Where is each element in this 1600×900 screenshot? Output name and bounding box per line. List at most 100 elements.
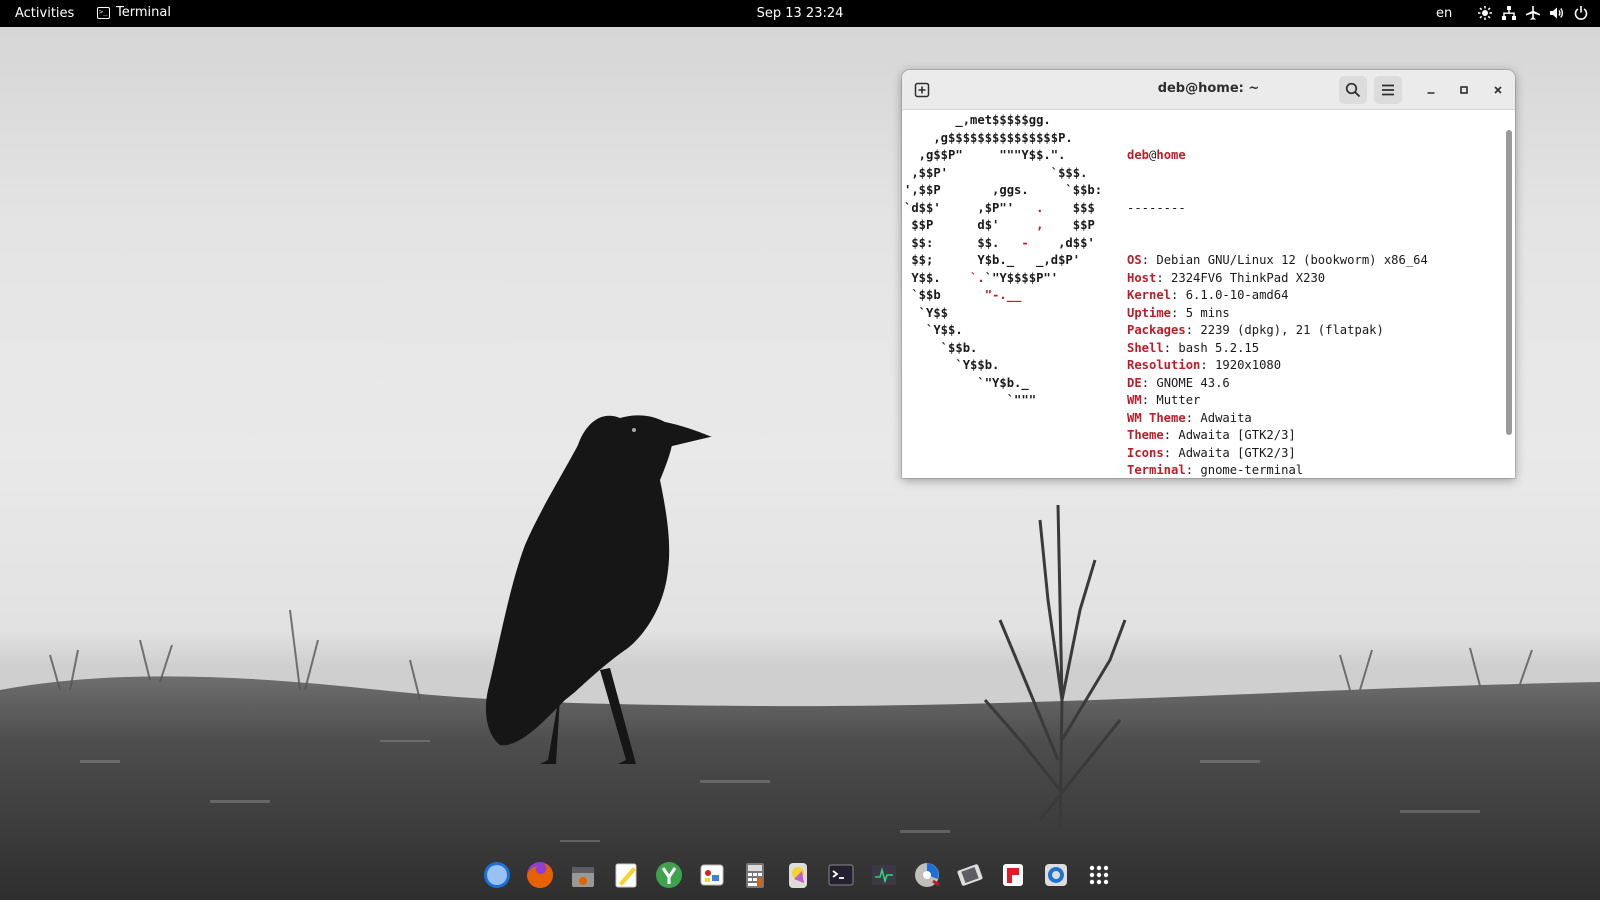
neofetch-info: deb@home -------- OS: Debian GNU/Linux 1… bbox=[1127, 112, 1487, 478]
dock-item-text-editor[interactable] bbox=[610, 859, 642, 891]
ascii-logo-segment: `$$b bbox=[904, 288, 985, 302]
dock-item-image-viewer[interactable] bbox=[696, 859, 728, 891]
info-key: Theme bbox=[1127, 428, 1164, 442]
info-value: 2239 (dpkg), 21 (flatpak) bbox=[1200, 323, 1384, 337]
network-icon[interactable] bbox=[1501, 4, 1516, 21]
close-icon bbox=[1494, 86, 1502, 94]
ascii-logo-line: $$: $$. - ,d$$' bbox=[904, 235, 1102, 253]
top-bar: Activities >_ Terminal Sep 13 23:24 en bbox=[0, 0, 1600, 27]
info-line: OS: Debian GNU/Linux 12 (bookworm) x86_6… bbox=[1127, 252, 1487, 270]
ascii-logo-segment: `Y$$b. bbox=[904, 358, 1000, 372]
terminal-header-bar[interactable]: deb@home: ~ bbox=[902, 70, 1515, 110]
dock-item-flatpak-manager[interactable] bbox=[997, 859, 1029, 891]
info-line: Theme: Adwaita [GTK2/3] bbox=[1127, 427, 1487, 445]
ascii-logo-accent: "-.__ bbox=[984, 288, 1022, 302]
ascii-logo-accent: - bbox=[1021, 235, 1029, 250]
airplane-mode-icon[interactable] bbox=[1525, 4, 1540, 21]
info-line: Terminal: gnome-terminal bbox=[1127, 462, 1487, 478]
dock-item-firefox[interactable] bbox=[524, 859, 556, 891]
close-button[interactable] bbox=[1487, 79, 1509, 101]
system-tray[interactable] bbox=[1477, 4, 1588, 21]
app-menu-button[interactable]: >_ Terminal bbox=[97, 5, 171, 20]
maximize-icon bbox=[1460, 86, 1468, 94]
info-colon: : bbox=[1141, 253, 1157, 267]
ascii-logo-segment: $$$ bbox=[1043, 200, 1095, 215]
ascii-logo-line: `Y$$ bbox=[904, 305, 1102, 323]
minimize-button[interactable] bbox=[1420, 79, 1442, 101]
brightness-icon[interactable] bbox=[1477, 4, 1492, 21]
dock-item-color-picker[interactable] bbox=[782, 859, 814, 891]
calculator-icon bbox=[746, 863, 764, 888]
ascii-logo-segment: ',$$P ,ggs. `$$b: bbox=[904, 183, 1103, 197]
dock bbox=[481, 857, 1115, 893]
info-key: Terminal bbox=[1127, 463, 1186, 477]
info-line: Icons: Adwaita [GTK2/3] bbox=[1127, 445, 1487, 463]
info-key: Resolution bbox=[1127, 358, 1201, 372]
terminal-icon bbox=[828, 864, 854, 886]
info-line: Packages: 2239 (dpkg), 21 (flatpak) bbox=[1127, 322, 1487, 340]
dock-item-document-scanner[interactable] bbox=[954, 859, 986, 891]
dock-item-show-apps[interactable] bbox=[1083, 859, 1115, 891]
maximize-button[interactable] bbox=[1453, 79, 1475, 101]
info-line: WM Theme: Adwaita bbox=[1127, 410, 1487, 428]
new-tab-button[interactable] bbox=[908, 76, 936, 104]
keyboard-layout-indicator[interactable]: en bbox=[1436, 6, 1452, 21]
ascii-logo-segment: `$$b. bbox=[904, 340, 978, 355]
disk-usage-icon bbox=[915, 863, 940, 887]
info-value: Debian GNU/Linux 12 (bookworm) x86_64 bbox=[1156, 253, 1428, 267]
info-value: GNOME 43.6 bbox=[1156, 375, 1230, 390]
ascii-logo-line: `d$$' ,$P"' . $$$ bbox=[904, 200, 1102, 218]
dock-item-settings[interactable] bbox=[1040, 859, 1072, 891]
app-menu-label: Terminal bbox=[116, 5, 171, 20]
dock-item-disk-usage[interactable] bbox=[911, 859, 943, 891]
ascii-logo-line: `$$b "-.__ bbox=[904, 287, 1102, 305]
info-value: 2324FV6 ThinkPad X230 bbox=[1171, 270, 1326, 285]
info-key: Uptime bbox=[1127, 305, 1172, 320]
ascii-logo-line: ,g$$P" """Y$$.". bbox=[904, 147, 1102, 165]
dock-item-terminal[interactable] bbox=[825, 859, 857, 891]
ascii-logo-segment: Y$$. bbox=[904, 270, 971, 285]
terminal-scrollbar[interactable] bbox=[1506, 130, 1512, 435]
info-value: Adwaita [GTK2/3] bbox=[1178, 445, 1296, 460]
info-line: Kernel: 6.1.0-10-amd64 bbox=[1127, 287, 1487, 305]
info-value: Adwaita [GTK2/3] bbox=[1178, 428, 1296, 442]
info-value: bash 5.2.15 bbox=[1178, 340, 1260, 355]
new-tab-icon bbox=[914, 82, 930, 98]
info-value: gnome-terminal bbox=[1200, 463, 1304, 477]
ascii-logo-segment: $$P d$' bbox=[904, 218, 1037, 232]
ascii-logo-segment: ,g$$$$$$$$$$$$$$$P. bbox=[904, 130, 1073, 145]
ascii-logo-segment: $$; Y$b._ _,d$P' bbox=[904, 253, 1081, 267]
dock-item-system-monitor[interactable] bbox=[868, 859, 900, 891]
activities-button[interactable]: Activities bbox=[15, 6, 74, 21]
dock-item-web-browser[interactable] bbox=[481, 859, 513, 891]
ascii-logo-line: `"Y$b._ bbox=[904, 375, 1102, 393]
info-colon: : bbox=[1156, 270, 1172, 285]
flatpak-manager-icon bbox=[1003, 864, 1023, 886]
user-host-line: deb@home bbox=[1127, 147, 1487, 165]
volume-icon[interactable] bbox=[1549, 4, 1564, 21]
clock[interactable]: Sep 13 23:24 bbox=[757, 6, 844, 21]
ascii-logo-segment: ,g$$P" """Y$$.". bbox=[904, 148, 1066, 162]
search-button[interactable] bbox=[1339, 76, 1367, 104]
separator-line: -------- bbox=[1127, 200, 1186, 215]
ascii-logo-line: $$; Y$b._ _,d$P' bbox=[904, 252, 1102, 270]
info-key: OS bbox=[1127, 253, 1142, 267]
ascii-logo-line: ',$$P ,ggs. `$$b: bbox=[904, 182, 1102, 200]
terminal-window[interactable]: deb@home: ~ _,met$$$$$gg. ,g$$$$$$$$$$$$… bbox=[902, 70, 1515, 478]
dock-item-calculator[interactable] bbox=[739, 859, 771, 891]
info-colon: : bbox=[1163, 340, 1179, 355]
ascii-logo-segment: $$P bbox=[1043, 218, 1095, 232]
power-icon[interactable] bbox=[1573, 4, 1588, 21]
system-monitor-icon bbox=[872, 865, 896, 885]
hamburger-menu-icon bbox=[1382, 84, 1394, 96]
dock-item-software-store[interactable] bbox=[567, 859, 599, 891]
hamburger-menu-button[interactable] bbox=[1374, 76, 1402, 104]
terminal-app-icon: >_ bbox=[97, 6, 110, 19]
info-colon: : bbox=[1163, 428, 1179, 442]
show-apps-icon bbox=[1089, 865, 1109, 885]
dock-item-music-player[interactable] bbox=[653, 859, 685, 891]
info-key: DE bbox=[1127, 375, 1142, 390]
terminal-output[interactable]: _,met$$$$$gg. ,g$$$$$$$$$$$$$$$P. ,g$$P"… bbox=[902, 110, 1515, 478]
info-line: WM: Mutter bbox=[1127, 392, 1487, 410]
info-line: DE: GNOME 43.6 bbox=[1127, 375, 1487, 393]
